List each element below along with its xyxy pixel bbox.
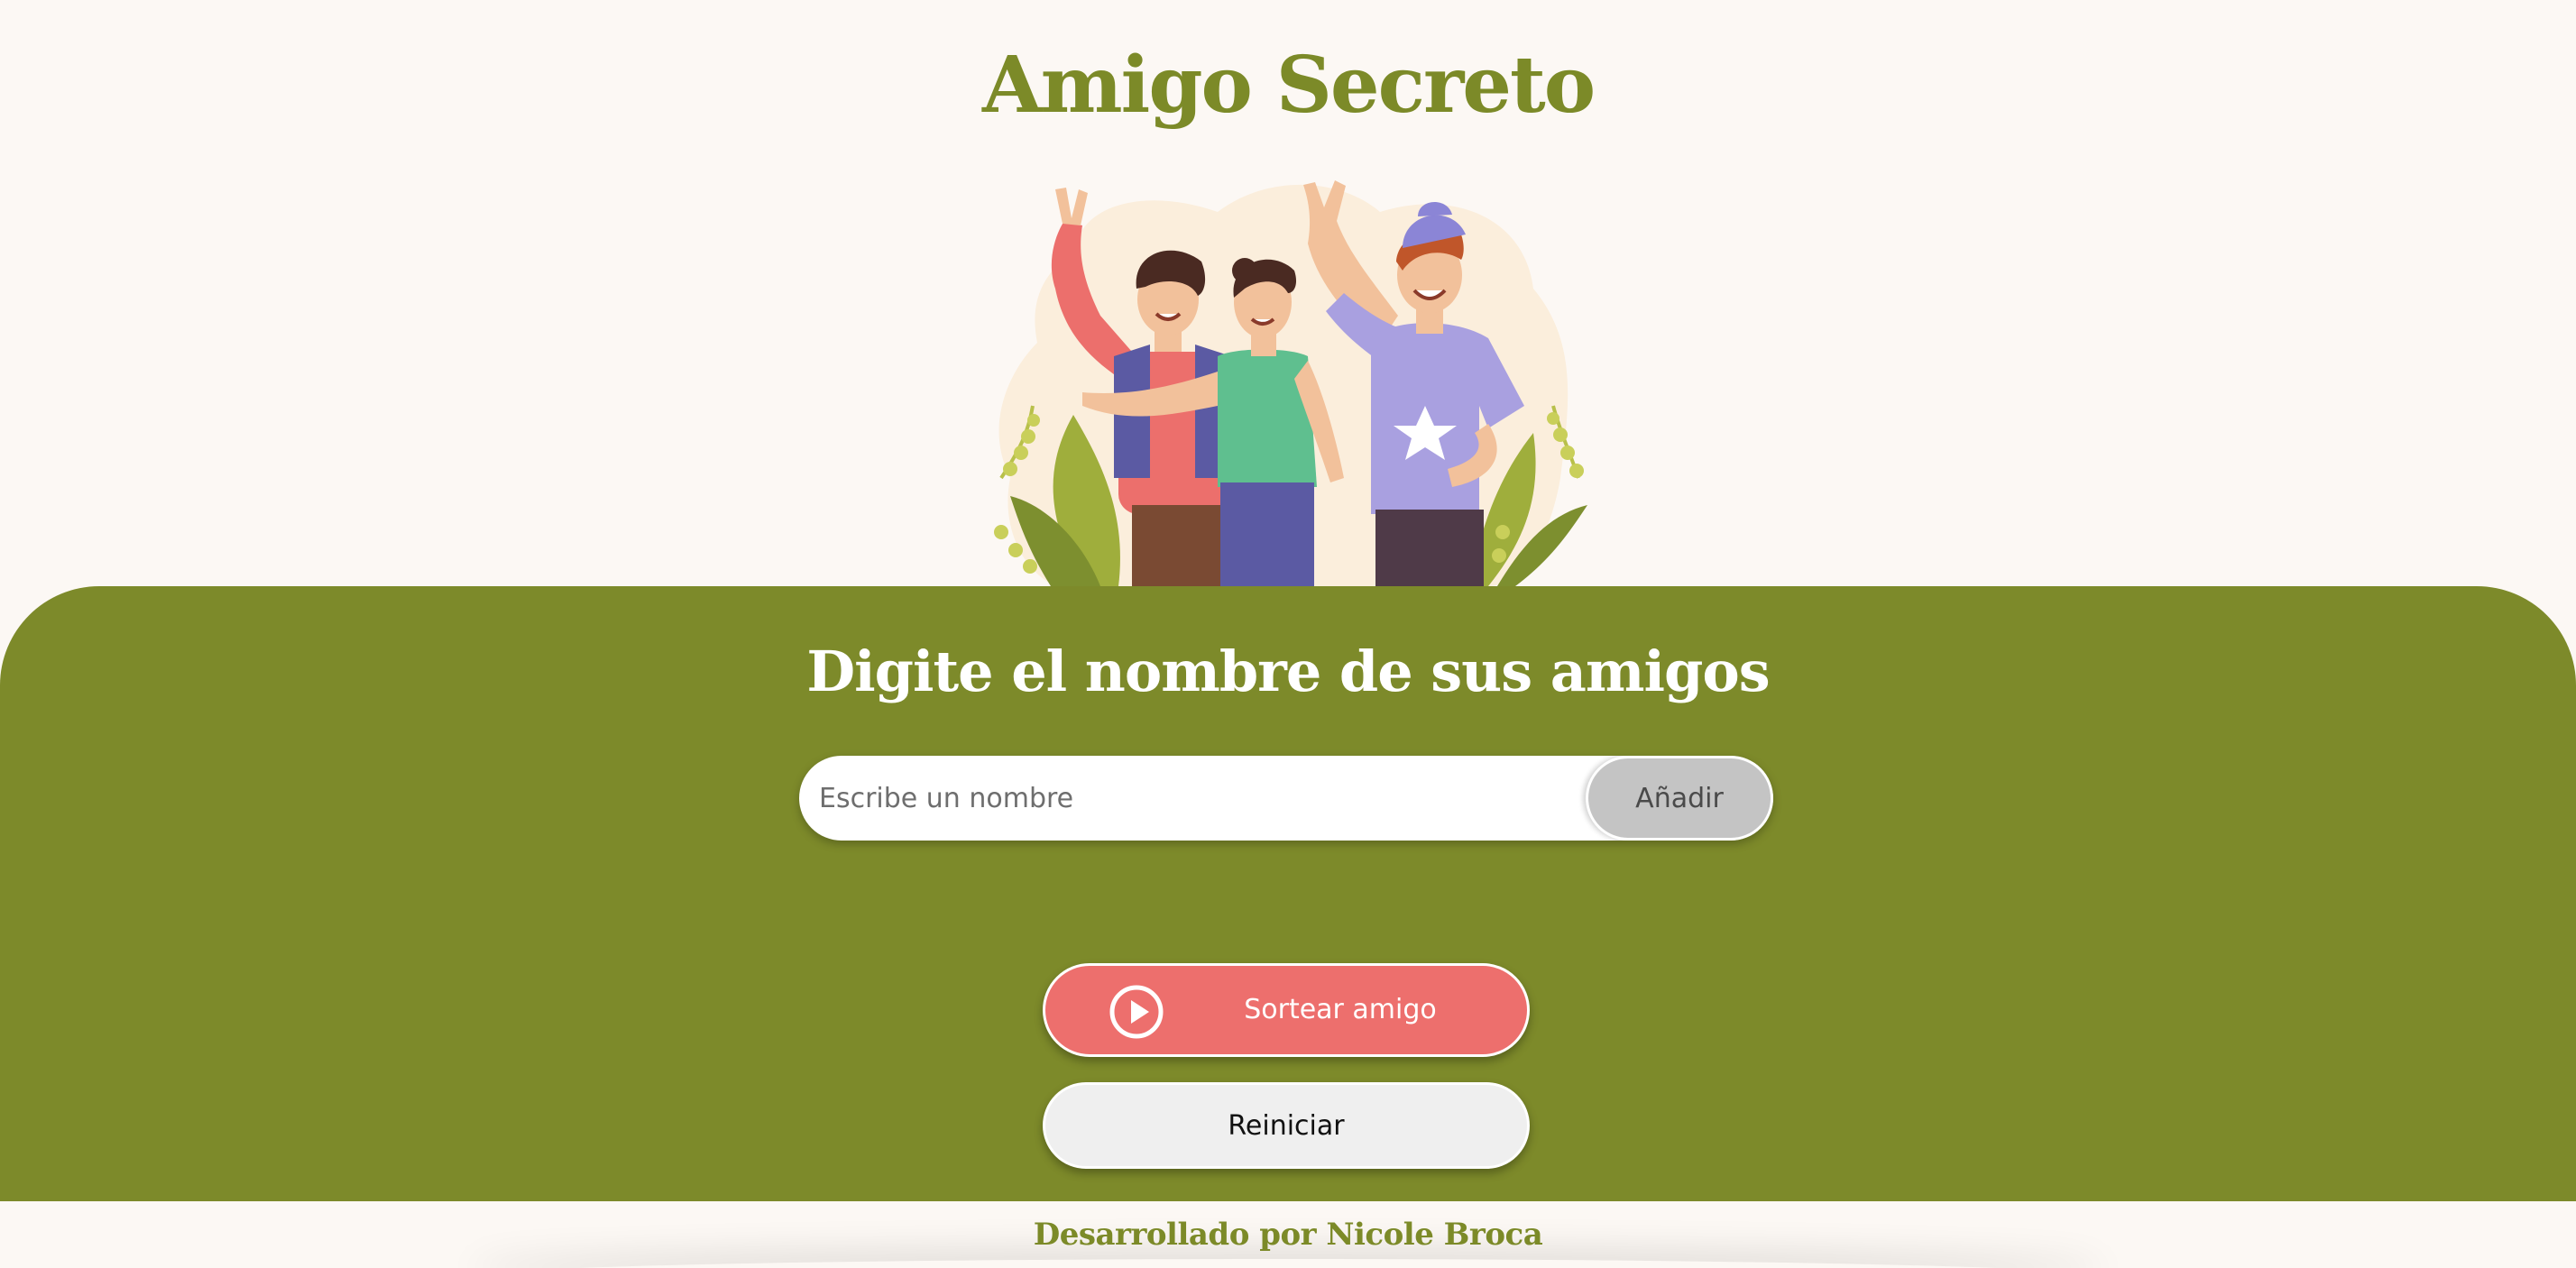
- friends-group-illustration: [947, 135, 1633, 586]
- draw-button-label: Sortear amigo: [1244, 994, 1437, 1025]
- page: Amigo Secreto Digite el nombre de sus am…: [0, 0, 2576, 1268]
- footer-shadow: [469, 1259, 2107, 1268]
- app-title: Amigo Secreto: [981, 40, 1596, 131]
- reset-button[interactable]: Reiniciar: [1043, 1082, 1530, 1169]
- section-title: Digite el nombre de sus amigos: [806, 639, 1770, 704]
- main-panel: Digite el nombre de sus amigos Añadir So…: [0, 586, 2576, 1201]
- add-button[interactable]: Añadir: [1586, 756, 1773, 841]
- footer-credits: Desarrollado por Nicole Broca: [1033, 1217, 1543, 1253]
- footer: Desarrollado por Nicole Broca: [0, 1201, 2576, 1268]
- input-row: Añadir: [799, 756, 1773, 841]
- play-circle-icon: [1109, 984, 1164, 1040]
- name-input[interactable]: [799, 756, 1584, 841]
- draw-friend-button[interactable]: Sortear amigo: [1043, 963, 1530, 1057]
- header: Amigo Secreto: [0, 0, 2576, 586]
